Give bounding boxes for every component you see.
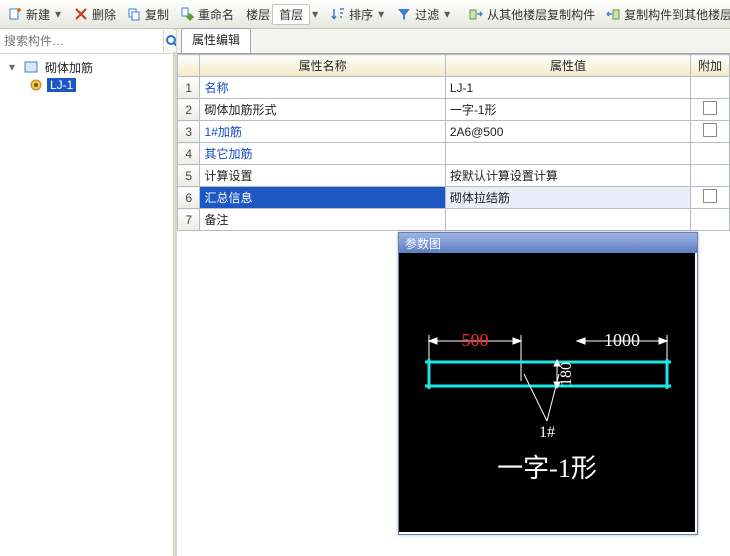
component-tree: ▾ 砌体加筋 LJ-1 [0, 54, 173, 98]
svg-text:500: 500 [462, 330, 489, 350]
svg-text:一字-1形: 一字-1形 [497, 454, 597, 483]
corner-cell [178, 55, 200, 77]
table-row[interactable]: 6汇总信息砌体拉结筋 [178, 187, 730, 209]
tab-bar: 属性编辑 [177, 29, 730, 54]
row-header[interactable]: 1 [178, 77, 200, 99]
prop-ext[interactable] [691, 121, 730, 143]
prop-ext[interactable] [691, 165, 730, 187]
prop-value[interactable] [445, 209, 690, 231]
tree-item-label: LJ-1 [47, 78, 76, 92]
prop-ext[interactable] [691, 209, 730, 231]
param-title[interactable]: 参数图 [399, 233, 697, 253]
filter-icon [396, 6, 412, 22]
tree-root[interactable]: ▾ 砌体加筋 [2, 58, 171, 76]
table-row[interactable]: 1名称LJ-1 [178, 77, 730, 99]
row-header[interactable]: 6 [178, 187, 200, 209]
prop-name[interactable]: 计算设置 [200, 165, 445, 187]
table-row[interactable]: 31#加筋2A6@500 [178, 121, 730, 143]
svg-text:1000: 1000 [604, 330, 640, 350]
new-icon [7, 6, 23, 22]
item-icon [28, 77, 44, 93]
checkbox[interactable] [703, 123, 717, 137]
col-value[interactable]: 属性值 [445, 55, 690, 77]
checkbox[interactable] [703, 101, 717, 115]
rename-icon [179, 6, 195, 22]
search-input[interactable] [0, 32, 163, 50]
prop-name[interactable]: 其它加筋 [200, 143, 445, 165]
prop-value[interactable]: 2A6@500 [445, 121, 690, 143]
property-grid: 属性名称 属性值 附加 1名称LJ-12砌体加筋形式一字-1形31#加筋2A6@… [177, 54, 730, 231]
prop-ext[interactable] [691, 143, 730, 165]
checkbox[interactable] [703, 189, 717, 203]
delete-icon [73, 6, 89, 22]
col-ext[interactable]: 附加 [691, 55, 730, 77]
table-row[interactable]: 5计算设置按默认计算设置计算 [178, 165, 730, 187]
row-header[interactable]: 7 [178, 209, 200, 231]
col-name[interactable]: 属性名称 [200, 55, 445, 77]
prop-value[interactable]: 按默认计算设置计算 [445, 165, 690, 187]
prop-ext[interactable] [691, 77, 730, 99]
tab-properties[interactable]: 属性编辑 [181, 28, 251, 53]
floor-select[interactable]: 首层 [272, 4, 310, 25]
prop-value[interactable]: 砌体拉结筋 [445, 187, 690, 209]
prop-name[interactable]: 备注 [200, 209, 445, 231]
prop-value[interactable]: LJ-1 [445, 77, 690, 99]
prop-name[interactable]: 砌体加筋形式 [200, 99, 445, 121]
sort-icon [330, 6, 346, 22]
toolbar: 新建 ▾ 删除 复制 重命名 楼层 首层 ▾ 排序 ▾ 过滤 ▾ [0, 0, 730, 29]
copy-from-icon [468, 6, 484, 22]
copy-to-icon [605, 6, 621, 22]
row-header[interactable]: 3 [178, 121, 200, 143]
grid-header: 属性名称 属性值 附加 [178, 55, 730, 77]
chevron-down-icon[interactable]: ▾ [53, 6, 63, 22]
table-row[interactable]: 7备注 [178, 209, 730, 231]
param-diagram: 500 1000 [399, 253, 695, 532]
copy-from-button[interactable]: 从其他楼层复制构件 [464, 4, 599, 25]
new-button[interactable]: 新建 ▾ [3, 4, 67, 25]
collapse-icon[interactable]: ▾ [4, 60, 20, 74]
prop-name[interactable]: 汇总信息 [200, 187, 445, 209]
rename-button[interactable]: 重命名 [175, 4, 238, 25]
chevron-down-icon[interactable]: ▾ [376, 6, 386, 22]
sort-button[interactable]: 排序 ▾ [326, 4, 390, 25]
row-header[interactable]: 2 [178, 99, 200, 121]
svg-text:1#: 1# [539, 424, 555, 441]
prop-name[interactable]: 名称 [200, 77, 445, 99]
filter-button[interactable]: 过滤 ▾ [392, 4, 456, 25]
table-row[interactable]: 4其它加筋 [178, 143, 730, 165]
delete-button[interactable]: 删除 [69, 4, 120, 25]
copy-to-button[interactable]: 复制构件到其他楼层 [601, 4, 730, 25]
tree-item[interactable]: LJ-1 [2, 76, 171, 94]
copy-button[interactable]: 复制 [122, 4, 173, 25]
chevron-down-icon[interactable]: ▾ [312, 6, 318, 22]
prop-ext[interactable] [691, 99, 730, 121]
table-row[interactable]: 2砌体加筋形式一字-1形 [178, 99, 730, 121]
row-header[interactable]: 4 [178, 143, 200, 165]
floor-label: 楼层 [246, 6, 270, 23]
prop-name[interactable]: 1#加筋 [200, 121, 445, 143]
svg-text:180: 180 [558, 362, 575, 386]
sidebar: ▾ 砌体加筋 LJ-1 [0, 29, 176, 556]
folder-icon [23, 59, 39, 75]
search-bar [0, 29, 173, 54]
chevron-down-icon[interactable]: ▾ [442, 6, 452, 22]
prop-value[interactable] [445, 143, 690, 165]
prop-value[interactable]: 一字-1形 [445, 99, 690, 121]
param-window[interactable]: 参数图 500 1000 [398, 232, 698, 535]
copy-icon [126, 6, 142, 22]
row-header[interactable]: 5 [178, 165, 200, 187]
prop-ext[interactable] [691, 187, 730, 209]
